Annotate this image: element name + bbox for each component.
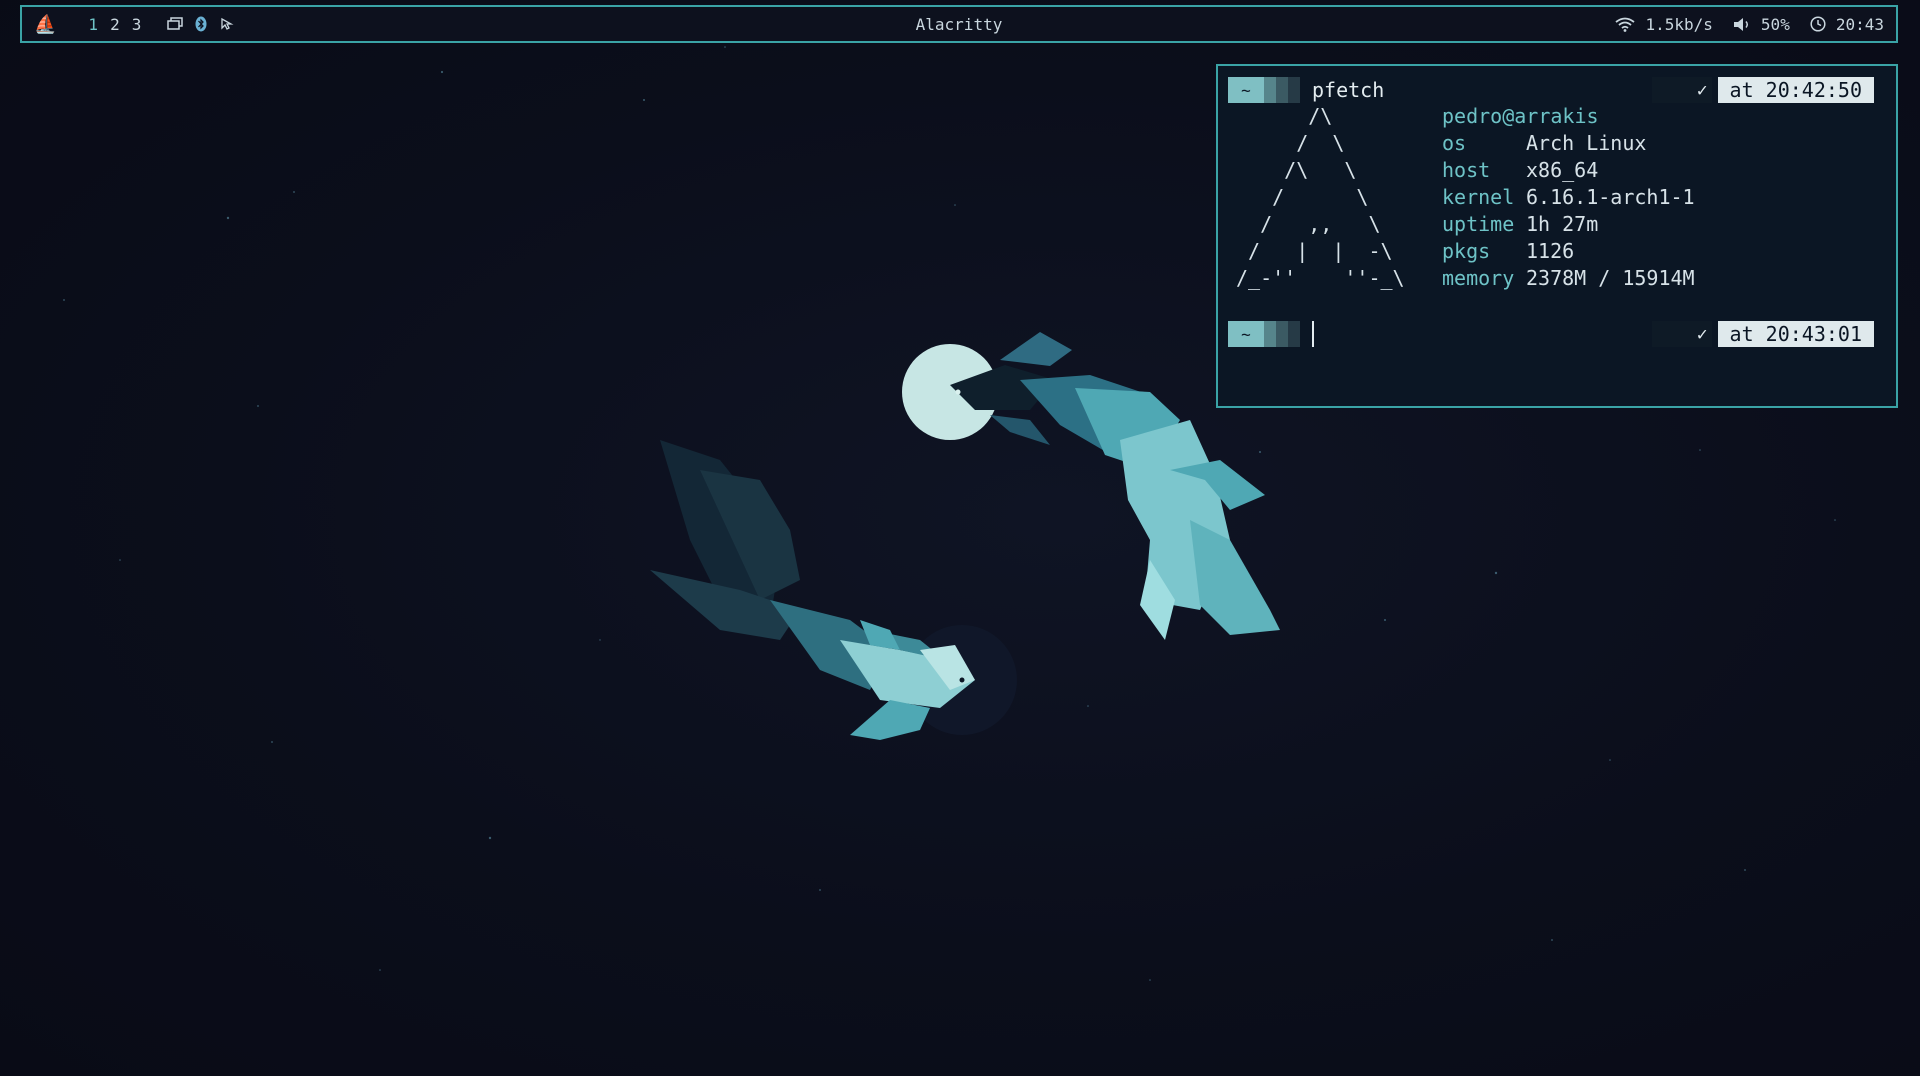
sailboat-icon[interactable]: ⛵: [34, 14, 56, 35]
window-title: Alacritty: [915, 14, 1003, 34]
clock-icon: [1810, 16, 1826, 32]
info-value: 1h 27m: [1526, 212, 1599, 236]
info-key: pkgs: [1442, 239, 1491, 263]
info-row-os: os Arch Linux: [1442, 130, 1695, 157]
desktop: ⛵ 1 2 3 Alacritty 1.5kb/s 50% 20:43 ~ pf…: [0, 0, 1920, 1076]
arch-ascii-logo: /\ / \ /\ \ / \ / ,, \ / | | -\ /_-'' ''…: [1236, 104, 1405, 290]
clock-time: 20:43: [1835, 14, 1884, 34]
bluetooth-icon[interactable]: [195, 16, 207, 32]
clock-indicator[interactable]: 20:43: [1810, 15, 1884, 34]
prompt-segment: ~: [1228, 77, 1300, 103]
command-timestamp: at 20:43:01: [1717, 321, 1874, 347]
user-host: pedro@arrakis: [1442, 104, 1599, 128]
system-info: pedro@arrakis os Arch Linux host x86_64 …: [1442, 103, 1695, 292]
info-key: host: [1442, 158, 1491, 182]
network-indicator[interactable]: 1.5kb/s: [1615, 14, 1713, 34]
command-text: pfetch: [1312, 78, 1385, 102]
wifi-icon: [1615, 17, 1636, 32]
prompt-home: ~: [1228, 321, 1264, 347]
prompt-home: ~: [1228, 77, 1264, 103]
info-value: 6.16.1-arch1-1: [1526, 185, 1695, 209]
volume-level: 50%: [1760, 14, 1790, 34]
info-key: kernel: [1442, 185, 1515, 209]
info-row-memory: memory 2378M / 15914M: [1442, 265, 1695, 292]
info-row-kernel: kernel 6.16.1-arch1-1: [1442, 184, 1695, 211]
network-speed: 1.5kb/s: [1645, 14, 1713, 34]
info-row-host: host x86_64: [1442, 157, 1695, 184]
pointer-icon[interactable]: [219, 16, 235, 32]
lower-fish: [650, 440, 975, 740]
prompt-line-1: ~ pfetch ✓ at 20:42:50: [1228, 76, 1874, 104]
speaker-icon: [1733, 17, 1751, 32]
check-icon: ✓: [1651, 321, 1712, 347]
info-value: 1126: [1526, 239, 1575, 263]
command-timestamp: at 20:42:50: [1717, 77, 1874, 103]
text-cursor[interactable]: [1312, 321, 1314, 347]
window-switcher-icon[interactable]: [167, 17, 184, 31]
info-key: uptime: [1442, 212, 1515, 236]
info-value: x86_64: [1526, 158, 1599, 182]
info-row-pkgs: pkgs 1126: [1442, 238, 1695, 265]
terminal-window[interactable]: ~ pfetch ✓ at 20:42:50 /\ / \ /\ \ / \ /…: [1216, 64, 1898, 408]
bar-right: 1.5kb/s 50% 20:43: [1595, 7, 1884, 41]
info-value: Arch Linux: [1526, 131, 1647, 155]
info-key: memory: [1442, 266, 1515, 290]
workspace-1[interactable]: 1: [88, 15, 98, 34]
volume-indicator[interactable]: 50%: [1733, 15, 1790, 34]
info-row-uptime: uptime 1h 27m: [1442, 211, 1695, 238]
command-status: ✓ at 20:42:50: [1651, 77, 1874, 103]
info-key: os: [1442, 131, 1467, 155]
workspace-3[interactable]: 3: [132, 15, 142, 34]
command-status: ✓ at 20:43:01: [1651, 321, 1874, 347]
check-icon: ✓: [1651, 77, 1712, 103]
top-bar: ⛵ 1 2 3 Alacritty 1.5kb/s 50% 20:43: [20, 5, 1898, 43]
prompt-line-2: ~ ✓ at 20:43:01: [1228, 320, 1874, 348]
info-value: 2378M / 15914M: [1526, 266, 1695, 290]
workspace-2[interactable]: 2: [110, 15, 120, 34]
bar-left: ⛵ 1 2 3: [34, 7, 235, 41]
prompt-segment: ~: [1228, 321, 1300, 347]
